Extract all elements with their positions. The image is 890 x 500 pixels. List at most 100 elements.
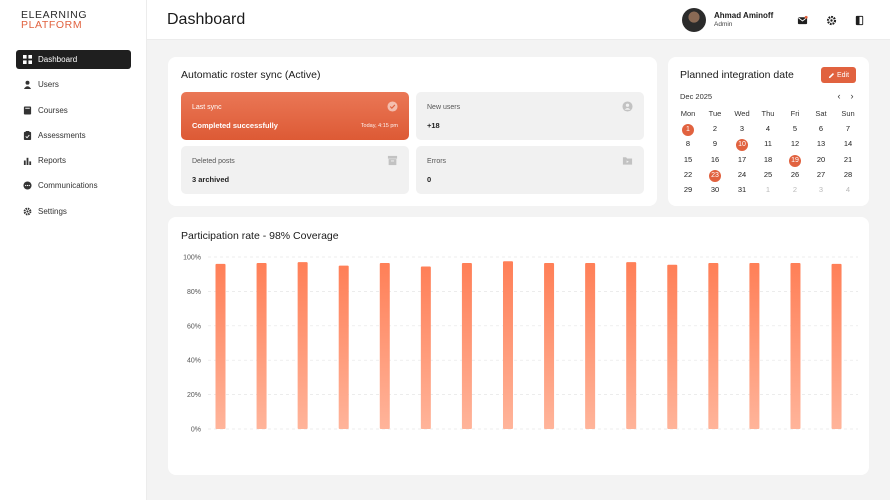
calendar-day[interactable]: 2	[702, 123, 728, 135]
participation-bar[interactable]	[585, 263, 596, 429]
gear-icon[interactable]	[824, 13, 838, 27]
sidebar-item-label: Reports	[38, 156, 67, 166]
chevron-left-icon[interactable]: ‹	[834, 91, 844, 101]
weekday-header: Wed	[734, 109, 750, 118]
errors-tile[interactable]: Errors 0	[416, 146, 644, 194]
participation-bar[interactable]	[502, 261, 513, 429]
gear-icon	[23, 207, 32, 216]
tile-value: Completed successfully	[192, 121, 278, 130]
page-title: Dashboard	[167, 11, 246, 28]
calendar-day[interactable]: 5	[782, 123, 808, 135]
participation-bar[interactable]	[256, 263, 267, 429]
calendar-day-marked[interactable]: 10	[729, 138, 755, 152]
weekday-header: Mon	[680, 109, 696, 118]
calendar-day[interactable]: 12	[782, 138, 808, 150]
sidebar-item-assessments[interactable]: Assessments	[16, 126, 131, 145]
calendar-day[interactable]: 8	[675, 138, 701, 150]
integration-date-title: Planned integration date	[680, 69, 794, 81]
weekday-header: Thu	[761, 109, 775, 118]
sidebar-item-settings[interactable]: Settings	[16, 202, 131, 221]
edit-button[interactable]: Edit	[821, 67, 856, 83]
calendar-day[interactable]: 6	[808, 123, 834, 135]
new-users-tile[interactable]: New users +18	[416, 92, 644, 140]
sidebar: ELEARNING PLATFORM Dashboard Users Cours…	[0, 0, 147, 500]
participation-bar[interactable]	[338, 265, 349, 429]
participation-bar[interactable]	[420, 266, 431, 429]
calendar-day[interactable]: 24	[729, 169, 755, 181]
sidebar-item-label: Assessments	[38, 130, 86, 140]
calendar-day[interactable]: 11	[755, 138, 781, 150]
calendar-month: Dec 2025	[680, 92, 713, 101]
participation-bar[interactable]	[461, 263, 472, 429]
tile-label: New users	[427, 104, 461, 111]
calendar-day[interactable]: 15	[675, 154, 701, 166]
sidebar-item-courses[interactable]: Courses	[16, 101, 131, 120]
user-name[interactable]: Ahmad Aminoff	[714, 11, 773, 20]
calendar-day[interactable]: 4	[755, 123, 781, 135]
calendar-day[interactable]: 25	[755, 169, 781, 181]
calendar-day[interactable]: 2	[782, 184, 808, 196]
calendar-day[interactable]: 29	[675, 184, 701, 196]
folder-icon	[622, 157, 633, 165]
calendar-day[interactable]: 9	[702, 138, 728, 150]
participation-bar[interactable]	[297, 262, 308, 429]
participation-bar[interactable]	[379, 263, 390, 429]
calendar-day-marked[interactable]: 19	[782, 154, 808, 167]
sidebar-item-users[interactable]: Users	[16, 75, 131, 94]
y-tick-label: 0%	[191, 427, 201, 434]
calendar-day[interactable]: 31	[729, 184, 755, 196]
book-icon	[23, 106, 32, 115]
sidebar-item-communications[interactable]: Communications	[16, 176, 131, 195]
logo[interactable]: ELEARNING PLATFORM	[21, 10, 87, 31]
y-tick-label: 20%	[187, 392, 201, 399]
participation-bar[interactable]	[790, 263, 801, 429]
deleted-posts-tile[interactable]: Deleted posts 3 archived	[181, 146, 409, 194]
top-bar: Dashboard Ahmad Aminoff Admin	[147, 0, 890, 40]
last-sync-tile[interactable]: Last sync Completed successfully Today, …	[181, 92, 409, 140]
calendar-day-marked[interactable]: 23	[702, 169, 728, 182]
calendar-day[interactable]: 20	[808, 154, 834, 166]
calendar-day[interactable]: 17	[729, 154, 755, 166]
calendar-day[interactable]: 21	[835, 154, 861, 166]
calendar-day[interactable]: 3	[808, 184, 834, 196]
participation-bar[interactable]	[708, 263, 719, 429]
y-tick-label: 40%	[187, 358, 201, 365]
calendar-day[interactable]: 30	[702, 184, 728, 196]
tile-time: Today, 4:15 pm	[360, 123, 398, 129]
avatar[interactable]	[682, 8, 706, 32]
y-tick-label: 60%	[187, 323, 201, 330]
calendar-day[interactable]: 22	[675, 169, 701, 181]
sidebar-item-label: Settings	[38, 206, 67, 216]
calendar-day[interactable]: 16	[702, 154, 728, 166]
calendar-day[interactable]: 13	[808, 138, 834, 150]
participation-bar[interactable]	[626, 262, 637, 429]
tile-label: Errors	[427, 158, 447, 165]
participation-bar[interactable]	[215, 263, 226, 429]
chevron-right-icon[interactable]: ›	[847, 91, 857, 101]
calendar-day[interactable]: 18	[755, 154, 781, 166]
calendar-day[interactable]: 4	[835, 184, 861, 196]
participation-bar[interactable]	[544, 263, 555, 429]
sidebar-item-label: Courses	[38, 105, 68, 115]
check-circle-icon	[387, 101, 398, 112]
weekday-header: Sat	[815, 109, 827, 118]
calendar-day[interactable]: 27	[808, 169, 834, 181]
calendar-day[interactable]: 28	[835, 169, 861, 181]
users-icon	[23, 80, 32, 90]
calendar-day[interactable]: 7	[835, 123, 861, 135]
sidebar-item-dashboard[interactable]: Dashboard	[16, 50, 131, 69]
tile-label: Last sync	[192, 104, 222, 111]
sidebar-item-reports[interactable]: Reports	[16, 151, 131, 170]
calendar-day[interactable]: 3	[729, 123, 755, 135]
participation-bar[interactable]	[667, 264, 678, 429]
tile-label: Deleted posts	[192, 158, 235, 165]
grid-icon	[23, 55, 32, 64]
participation-bar[interactable]	[831, 263, 842, 429]
mail-icon[interactable]	[795, 13, 809, 27]
panel-icon[interactable]	[852, 13, 866, 27]
calendar-day[interactable]: 26	[782, 169, 808, 181]
calendar-day[interactable]: 1	[755, 184, 781, 196]
participation-bar[interactable]	[749, 263, 760, 429]
calendar-day[interactable]: 14	[835, 138, 861, 150]
calendar-day-marked[interactable]: 1	[675, 123, 701, 136]
